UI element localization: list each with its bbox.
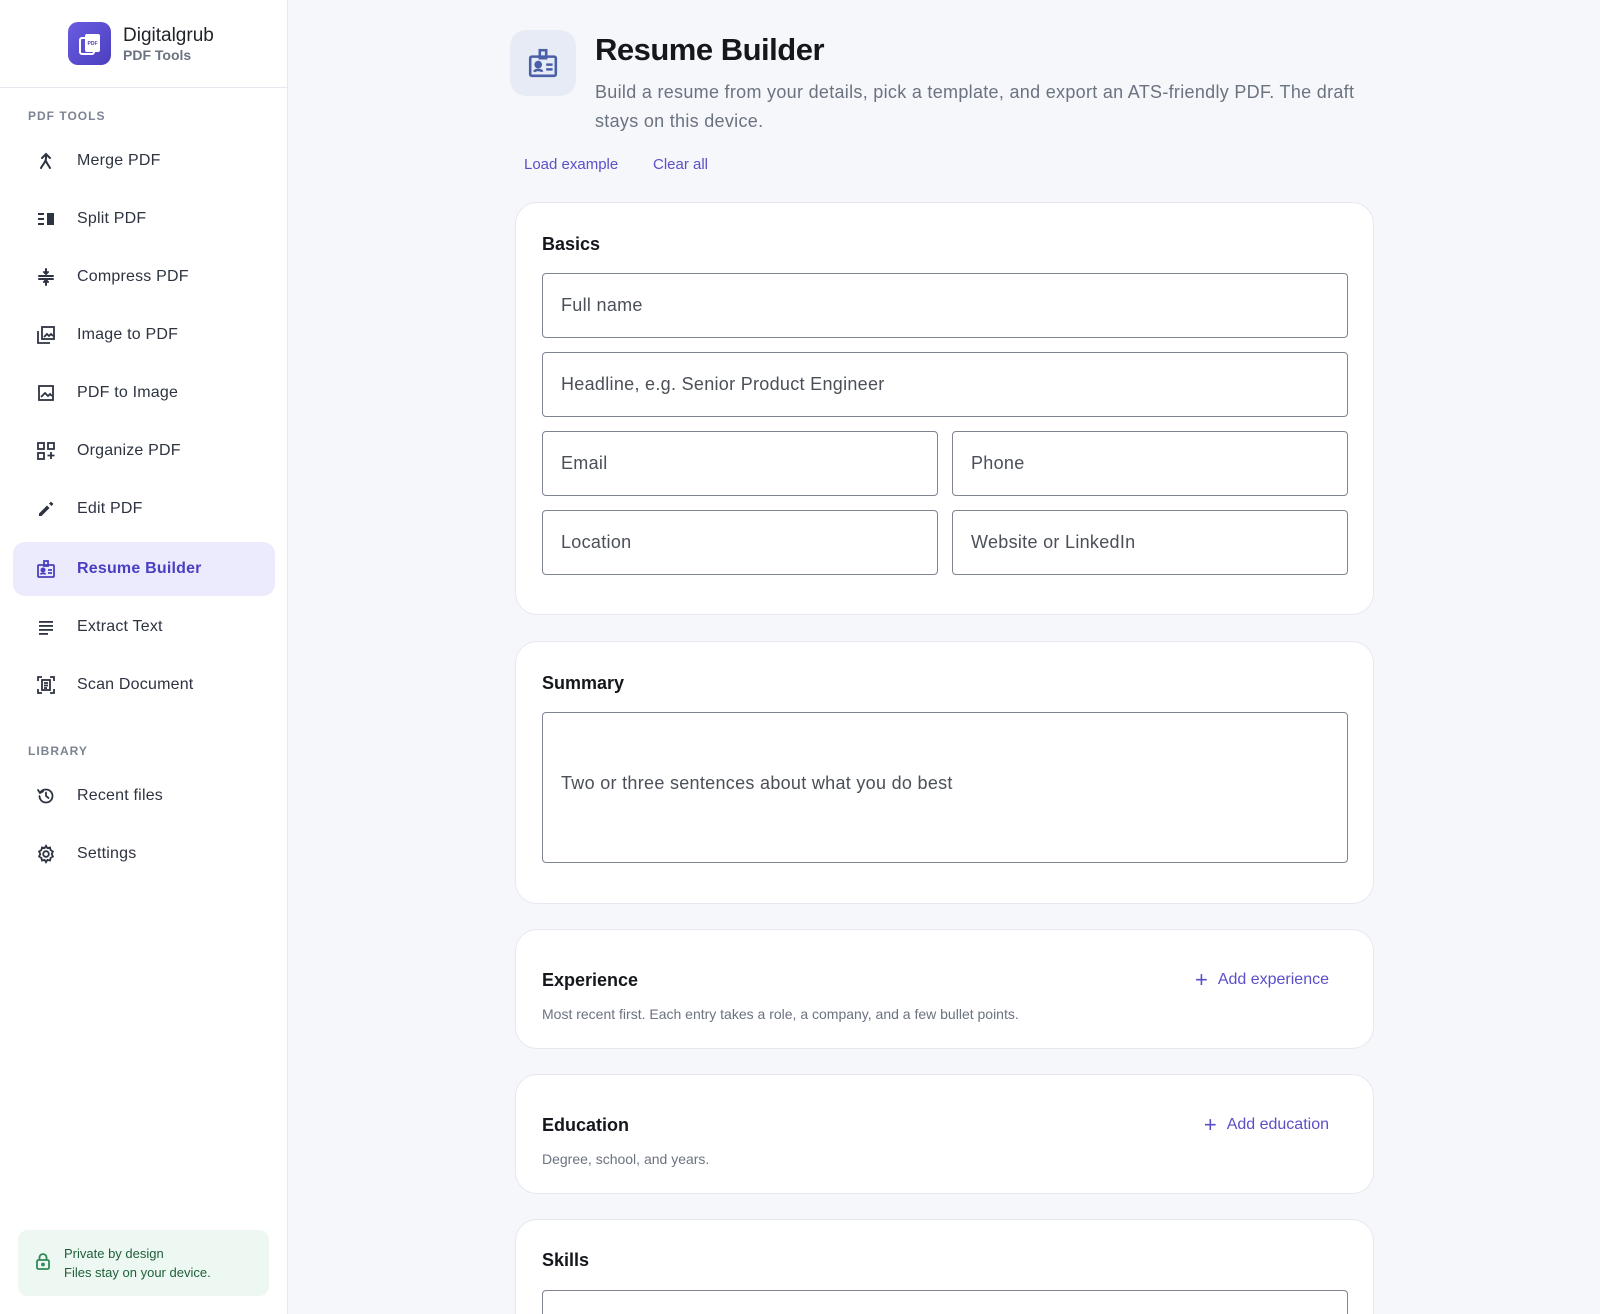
- sidebar-item-label: Compress PDF: [77, 268, 189, 285]
- skills-field[interactable]: [542, 1290, 1348, 1314]
- sidebar-item-label: Merge PDF: [77, 152, 161, 169]
- lines-icon: [29, 617, 63, 637]
- gear-icon: [29, 844, 63, 864]
- scan-icon: [29, 675, 63, 695]
- resume-builder-header-icon: [510, 30, 576, 96]
- privacy-subtitle: Files stay on your device.: [64, 1265, 211, 1280]
- location-input[interactable]: [561, 532, 937, 553]
- sidebar-item-image-to-pdf[interactable]: Image to PDF: [13, 308, 275, 362]
- brand-logo-icon: PDF: [68, 22, 111, 65]
- section-label-tools: PDF TOOLS: [28, 109, 106, 123]
- phone-input[interactable]: [971, 453, 1347, 474]
- add-experience-label: Add experience: [1217, 971, 1329, 988]
- summary-field[interactable]: [542, 712, 1348, 863]
- sidebar-item-scan-document[interactable]: Scan Document: [13, 658, 275, 712]
- load-example-button[interactable]: Load example: [524, 156, 618, 173]
- sidebar-item-split-pdf[interactable]: Split PDF: [13, 192, 275, 246]
- sidebar-item-settings[interactable]: Settings: [13, 827, 275, 881]
- lock-icon: [34, 1252, 52, 1275]
- experience-card: Experience Most recent first. Each entry…: [515, 929, 1374, 1049]
- plus-icon: +: [1203, 1112, 1217, 1137]
- full-name-input[interactable]: [561, 295, 1347, 316]
- sidebar-item-edit-pdf[interactable]: Edit PDF: [13, 482, 275, 536]
- email-input[interactable]: [561, 453, 937, 474]
- compress-icon: [29, 267, 63, 287]
- headline-input[interactable]: [561, 374, 1347, 395]
- sidebar-item-label: Organize PDF: [77, 442, 181, 459]
- skills-card: Skills: [515, 1219, 1374, 1314]
- sidebar-item-label: PDF to Image: [77, 384, 179, 401]
- privacy-notice: Private by design Files stay on your dev…: [18, 1230, 269, 1296]
- education-title: Education: [542, 1115, 630, 1135]
- add-experience-button[interactable]: + Add experience: [1194, 967, 1329, 992]
- email-field[interactable]: [542, 431, 938, 496]
- image-stack-icon: [29, 325, 63, 345]
- brand-subtitle: PDF Tools: [123, 46, 192, 63]
- privacy-title: Private by design: [64, 1246, 164, 1261]
- split-icon: [29, 209, 63, 229]
- summary-textarea[interactable]: [561, 772, 1347, 803]
- grid-add-icon: [29, 441, 63, 461]
- sidebar-item-recent-files[interactable]: Recent files: [13, 769, 275, 823]
- merge-icon: [29, 151, 63, 171]
- basics-title: Basics: [542, 234, 601, 254]
- skills-title: Skills: [542, 1250, 590, 1270]
- sidebar-item-extract-text[interactable]: Extract Text: [13, 600, 275, 654]
- sidebar-item-label: Edit PDF: [77, 500, 143, 517]
- brand[interactable]: PDF Digitalgrub PDF Tools: [0, 0, 287, 88]
- sidebar-item-label: Split PDF: [77, 210, 147, 227]
- sidebar-item-label: Resume Builder: [77, 560, 202, 577]
- page-title: Resume Builder: [595, 32, 825, 67]
- sidebar-item-resume-builder[interactable]: Resume Builder: [13, 542, 275, 596]
- location-field[interactable]: [542, 510, 938, 575]
- sidebar-item-pdf-to-image[interactable]: PDF to Image: [13, 366, 275, 420]
- plus-icon: +: [1194, 967, 1208, 992]
- website-input[interactable]: [971, 532, 1347, 553]
- summary-card: Summary: [515, 641, 1374, 904]
- sidebar-item-merge-pdf[interactable]: Merge PDF: [13, 134, 275, 188]
- summary-title: Summary: [542, 673, 625, 693]
- history-icon: [29, 786, 63, 806]
- education-card: Education Degree, school, and years. + A…: [515, 1074, 1374, 1194]
- brand-name: Digitalgrub: [123, 24, 214, 46]
- brand-logo-text: PDF: [87, 41, 97, 47]
- headline-field[interactable]: [542, 352, 1348, 417]
- sidebar-item-label: Settings: [77, 845, 137, 862]
- sidebar-item-organize-pdf[interactable]: Organize PDF: [13, 424, 275, 478]
- website-field[interactable]: [952, 510, 1348, 575]
- experience-subtitle: Most recent first. Each entry takes a ro…: [542, 1006, 1019, 1022]
- clear-all-button[interactable]: Clear all: [653, 156, 708, 173]
- sidebar: PDF Digitalgrub PDF Tools PDF TOOLS Merg…: [0, 0, 288, 1314]
- id-badge-icon: [29, 559, 63, 579]
- pencil-icon: [29, 499, 63, 519]
- experience-title: Experience: [542, 970, 639, 990]
- sidebar-item-label: Scan Document: [77, 676, 194, 693]
- education-subtitle: Degree, school, and years.: [542, 1151, 710, 1167]
- add-education-label: Add education: [1226, 1116, 1329, 1133]
- basics-card: Basics: [515, 202, 1374, 615]
- add-education-button[interactable]: + Add education: [1203, 1112, 1329, 1137]
- phone-field[interactable]: [952, 431, 1348, 496]
- full-name-field[interactable]: [542, 273, 1348, 338]
- image-icon: [29, 383, 63, 403]
- sidebar-item-compress-pdf[interactable]: Compress PDF: [13, 250, 275, 304]
- sidebar-item-label: Extract Text: [77, 618, 163, 635]
- page-description: Build a resume from your details, pick a…: [595, 82, 1355, 131]
- sidebar-item-label: Image to PDF: [77, 326, 179, 343]
- app-root: PDF Digitalgrub PDF Tools PDF TOOLS Merg…: [0, 0, 1600, 1314]
- sidebar-item-label: Recent files: [77, 787, 163, 804]
- section-label-library: LIBRARY: [28, 744, 88, 758]
